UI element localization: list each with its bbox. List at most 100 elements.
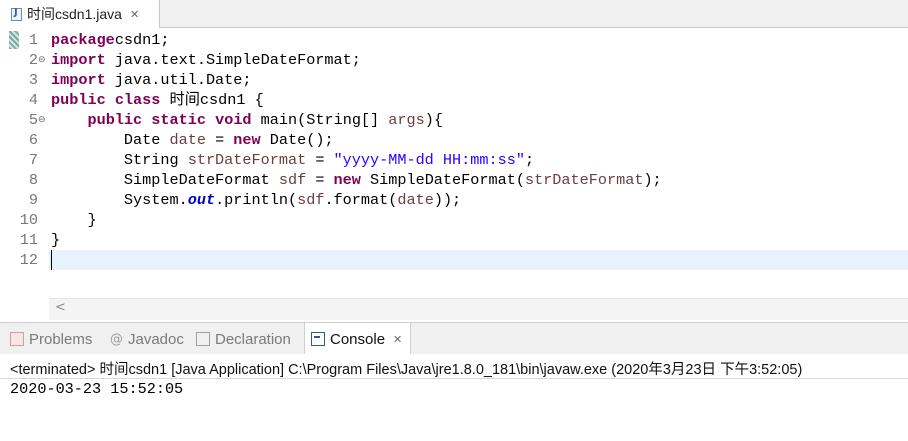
code-token: = bbox=[306, 151, 334, 169]
code-line[interactable]: 10 } bbox=[0, 210, 908, 230]
editor-tab-bar: 时间csdn1.java ✕ bbox=[0, 0, 908, 28]
tab-console[interactable]: Console ✕ bbox=[304, 323, 412, 355]
code-text: import java.text.SimpleDateFormat; bbox=[51, 50, 361, 70]
code-token: } bbox=[51, 211, 97, 229]
console-icon bbox=[311, 332, 325, 346]
line-number: 4 bbox=[28, 91, 38, 109]
code-line[interactable]: 9 System.out.println(sdf.format(date)); bbox=[0, 190, 908, 210]
code-token: .format( bbox=[324, 191, 398, 209]
line-number: 7 bbox=[28, 151, 38, 169]
code-token: = bbox=[306, 171, 334, 189]
code-token: 时间csdn1 { bbox=[160, 91, 264, 109]
code-text: public class 时间csdn1 { bbox=[51, 90, 264, 110]
code-text: } bbox=[51, 230, 60, 250]
code-token: ){ bbox=[424, 111, 443, 129]
console-output: 2020-03-23 15:52:05 bbox=[10, 380, 184, 398]
line-number: 8 bbox=[28, 171, 38, 189]
editor-tab-java-file[interactable]: 时间csdn1.java ✕ bbox=[0, 0, 160, 28]
code-token: out bbox=[187, 191, 216, 209]
code-token: sdf bbox=[278, 171, 307, 189]
code-token: public bbox=[87, 111, 143, 129]
code-line[interactable]: 4 public class 时间csdn1 { bbox=[0, 90, 908, 110]
code-token: SimpleDateFormat bbox=[51, 171, 279, 189]
tab-problems[interactable]: Problems bbox=[10, 323, 92, 355]
code-token: main(String[] bbox=[251, 111, 389, 129]
code-token: ); bbox=[643, 171, 662, 189]
tab-declaration[interactable]: Declaration bbox=[196, 323, 291, 355]
code-line[interactable]: 12 bbox=[0, 250, 908, 270]
line-number: 1 bbox=[28, 31, 38, 49]
code-token: System. bbox=[51, 191, 188, 209]
code-token: "yyyy-MM-dd HH:mm:ss" bbox=[333, 151, 525, 169]
code-token: Date(); bbox=[260, 131, 334, 149]
code-line[interactable]: 3 import java.util.Date; bbox=[0, 70, 908, 90]
code-line[interactable]: 11} bbox=[0, 230, 908, 250]
code-token: import bbox=[51, 51, 106, 69]
code-token: sdf bbox=[297, 191, 325, 209]
code-line[interactable]: 2 ⊖ import java.text.SimpleDateFormat; bbox=[0, 50, 908, 70]
bottom-panel-tabs: Problems @ Javadoc Declaration Console ✕ bbox=[0, 322, 908, 355]
javadoc-icon: @ bbox=[110, 331, 123, 347]
code-text: System.out.println(sdf.format(date)); bbox=[51, 190, 461, 210]
line-number: 9 bbox=[28, 191, 38, 209]
horizontal-scrollbar[interactable]: < bbox=[49, 298, 908, 320]
code-text: } bbox=[51, 210, 97, 230]
code-text: packagecsdn1; bbox=[51, 30, 170, 50]
line-number: 3 bbox=[28, 71, 38, 89]
code-token: Date bbox=[51, 131, 170, 149]
fold-toggle-icon[interactable]: ⊖ bbox=[38, 110, 46, 130]
scroll-left-icon[interactable]: < bbox=[55, 300, 66, 315]
fold-toggle-icon[interactable]: ⊖ bbox=[38, 50, 46, 70]
declaration-icon bbox=[196, 332, 210, 346]
code-editor[interactable]: 1 packagecsdn1; 2 ⊖ import java.text.SimpleD… bbox=[0, 28, 908, 322]
code-line[interactable]: 6 Date date = new Date(); bbox=[0, 130, 908, 150]
code-token: strDateFormat bbox=[187, 151, 307, 169]
code-token: new bbox=[333, 171, 361, 189]
code-token: date bbox=[169, 131, 206, 149]
code-text: import java.util.Date; bbox=[51, 70, 252, 90]
code-text: String strDateFormat = "yyyy-MM-dd HH:mm… bbox=[51, 150, 534, 170]
problems-icon bbox=[10, 332, 24, 346]
divider bbox=[0, 378, 908, 379]
code-token: = bbox=[205, 131, 234, 149]
text-caret bbox=[51, 250, 52, 270]
console-status: <terminated> 时间csdn1 [Java Application] … bbox=[10, 362, 803, 378]
code-token: ; bbox=[524, 151, 535, 169]
close-icon[interactable]: ✕ bbox=[130, 8, 139, 21]
code-token: java.text.SimpleDateFormat; bbox=[105, 51, 361, 69]
code-token: .println( bbox=[215, 191, 298, 209]
code-token: import bbox=[51, 71, 106, 89]
line-number: 6 bbox=[28, 131, 38, 149]
java-file-icon bbox=[11, 7, 22, 21]
code-line[interactable]: 8 SimpleDateFormat sdf = new SimpleDateF… bbox=[0, 170, 908, 190]
tab-declaration-label: Declaration bbox=[215, 330, 291, 348]
code-line[interactable]: 7 String strDateFormat = "yyyy-MM-dd HH:… bbox=[0, 150, 908, 170]
code-token: strDateFormat bbox=[524, 171, 644, 189]
tab-problems-label: Problems bbox=[29, 330, 93, 348]
code-token: String bbox=[51, 151, 188, 169]
code-token: SimpleDateFormat( bbox=[360, 171, 525, 189]
code-token: static bbox=[151, 111, 206, 129]
code-token: )); bbox=[433, 191, 462, 209]
line-number: 12 bbox=[19, 251, 38, 269]
line-number: 2 bbox=[28, 51, 38, 69]
close-icon[interactable]: ✕ bbox=[393, 333, 402, 346]
code-token: csdn1; bbox=[114, 31, 170, 49]
code-line[interactable]: 1 packagecsdn1; bbox=[0, 30, 908, 50]
tab-javadoc-label: Javadoc bbox=[128, 330, 184, 348]
code-token: java.util.Date; bbox=[105, 71, 252, 89]
line-number: 10 bbox=[19, 211, 38, 229]
code-token: } bbox=[51, 231, 61, 249]
code-token: public bbox=[51, 91, 106, 109]
code-token: date bbox=[397, 191, 434, 209]
console-view[interactable]: <terminated> 时间csdn1 [Java Application] … bbox=[0, 354, 908, 441]
line-number: 11 bbox=[19, 231, 38, 249]
code-token: package bbox=[51, 31, 115, 49]
tab-javadoc[interactable]: @ Javadoc bbox=[110, 323, 184, 355]
code-line[interactable]: 5 ⊖ public static void main(String[] args… bbox=[0, 110, 908, 130]
tab-console-label: Console bbox=[330, 330, 386, 348]
